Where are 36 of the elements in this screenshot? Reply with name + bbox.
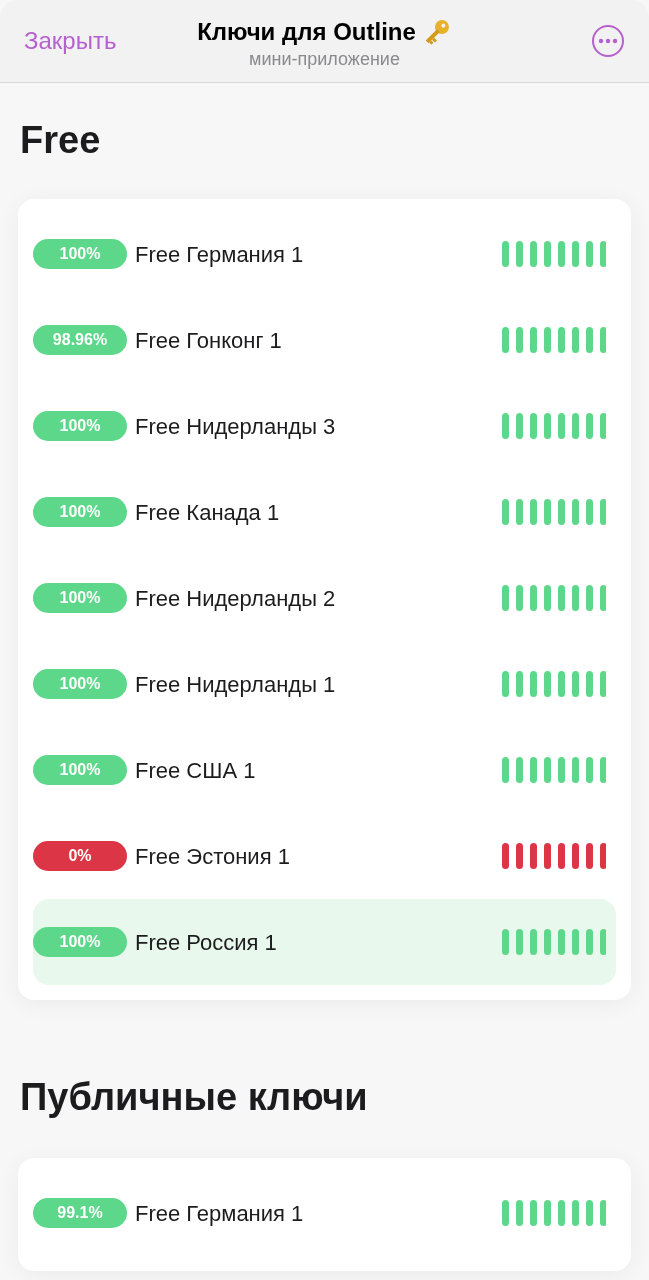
uptime-badge: 0% [33,841,127,871]
more-icon [591,24,625,58]
server-name: Free Нидерланды 3 [135,412,336,441]
signal-bars-icon [502,241,606,267]
uptime-badge: 100% [33,669,127,699]
uptime-badge: 100% [33,239,127,269]
uptime-badge: 100% [33,927,127,957]
uptime-badge: 98.96% [33,325,127,355]
server-name: Free Нидерланды 1 [135,670,336,699]
uptime-badge: 99.1% [33,1198,127,1228]
section-title: Публичные ключи [19,1075,369,1120]
server-row[interactable]: 100% Free Россия 1 [33,899,616,985]
signal-bars-icon [502,757,606,783]
server-name: Free Гонконг 1 [135,326,282,355]
signal-bars-icon [502,843,606,869]
server-name: Free Нидерланды 2 [135,584,336,613]
signal-bars-icon [502,413,606,439]
server-name: Free США 1 [135,756,256,785]
signal-bars-icon [502,929,606,955]
server-name: Free Канада 1 [135,498,280,527]
app-subtitle: мини-приложение [249,50,400,68]
uptime-badge: 100% [33,755,127,785]
app-title: Ключи для Outline [197,17,416,47]
uptime-badge: 100% [33,497,127,527]
server-name: Free Россия 1 [135,928,277,957]
section-title: Free [19,118,102,163]
server-name: Free Германия 1 [135,1199,304,1228]
signal-bars-icon [502,1200,606,1226]
uptime-badge: 100% [33,583,127,613]
signal-bars-icon [502,585,606,611]
server-name: Free Германия 1 [135,240,304,269]
signal-bars-icon [502,499,606,525]
server-name: Free Эстония 1 [135,842,290,871]
signal-bars-icon [502,327,606,353]
uptime-badge: 100% [33,411,127,441]
signal-bars-icon [502,671,606,697]
